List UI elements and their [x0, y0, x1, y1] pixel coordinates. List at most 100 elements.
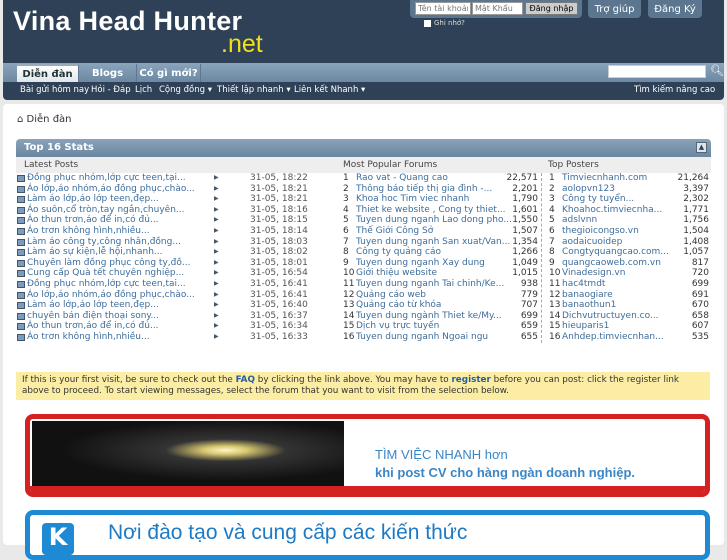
post-title-link[interactable]: Đồng phục nhóm,lớp cực teen,tại... — [27, 173, 186, 184]
post-title-link[interactable]: Làm áo lớp,áo lớp teen,đẹp... — [27, 194, 159, 205]
poster-post-count: 1,756 — [683, 215, 709, 226]
forum-link[interactable]: Quảng cáo web — [356, 290, 426, 301]
forum-link[interactable]: Tuyen dung nganh Xay dung — [356, 258, 485, 269]
poster-link[interactable]: Anhdep.timviecnhan... — [562, 332, 664, 343]
help-button[interactable]: Trợ giúp — [588, 0, 641, 18]
forum-link[interactable]: Tuyen dung nganh Lao dong pho... — [356, 215, 512, 226]
post-title-link[interactable]: Áo lớp,áo nhóm,áo đồng phục,chào... — [27, 290, 195, 301]
go-to-post-icon[interactable]: ▶ — [214, 268, 219, 279]
poster-link[interactable]: thegioicongso.vn — [562, 226, 639, 237]
rank: 7 — [549, 236, 555, 247]
go-to-post-icon[interactable]: ▶ — [214, 311, 219, 322]
poster-link[interactable]: Congtyquangcao.com... — [562, 247, 669, 258]
faq-link[interactable]: FAQ — [236, 375, 255, 385]
poster-link[interactable]: hac4tmdt — [562, 279, 605, 290]
go-to-post-icon[interactable]: ▶ — [214, 300, 219, 311]
navbar: Diễn đàn Blogs Có gì mới? 🔍︎ — [3, 63, 724, 82]
poster-link[interactable]: banaothun1 — [562, 300, 616, 311]
poster-link[interactable]: adslvnn — [562, 215, 597, 226]
subnav-quick-links[interactable]: Liên kết Nhanh ▾ — [294, 85, 365, 95]
go-to-post-icon[interactable]: ▶ — [214, 279, 219, 290]
go-to-post-icon[interactable]: ▶ — [214, 205, 219, 216]
forum-link[interactable]: Dịch vụ trực tuyến — [356, 321, 439, 332]
poster-link[interactable]: Khoahoc.timviecnha... — [562, 205, 662, 216]
poster-link[interactable]: Timviecnhanh.com — [562, 173, 647, 184]
post-title-link[interactable]: Cung cấp Quà tết chuyên nghiệp... — [27, 268, 184, 279]
poster-link[interactable]: quangcaoweb.com.vn — [562, 258, 661, 269]
forum-link[interactable]: Quảng cáo từ khóa — [356, 300, 441, 311]
tab-forum[interactable]: Diễn đàn — [17, 64, 79, 82]
forum-link[interactable]: Thế Giới Công Sở — [356, 226, 433, 237]
go-to-post-icon[interactable]: ▶ — [214, 247, 219, 258]
light-bulbs-image — [32, 421, 344, 486]
post-title-link[interactable]: chuyên bán điện thoại sony... — [27, 311, 159, 322]
subnav-quick-settings[interactable]: Thiết lập nhanh ▾ — [217, 85, 291, 95]
forum-link[interactable]: Tuyen dung nganh San xuat/Van... — [356, 237, 510, 248]
forum-link[interactable]: Rao vat - Quang cao — [356, 173, 448, 184]
search-input[interactable] — [608, 65, 706, 78]
timviecnhanh-banner[interactable]: TÌM VIỆC NHANH hơn khi post CV cho hàng … — [25, 414, 710, 497]
go-to-post-icon[interactable]: ▶ — [214, 332, 219, 343]
register-link[interactable]: register — [451, 375, 490, 385]
post-title-link[interactable]: Áo trơn không hình,nhiều... — [27, 332, 150, 343]
home-icon[interactable]: ⌂ — [17, 114, 23, 125]
post-title-link[interactable]: Chuyên làm đồng phục công ty,đồ... — [27, 258, 190, 269]
post-title-link[interactable]: Làm áo lớp,áo lớp teen,đẹp... — [27, 300, 159, 311]
register-button[interactable]: Đăng Ký — [648, 0, 702, 18]
post-title-link[interactable]: Áo trơn không hình,nhiều... — [27, 226, 150, 237]
breadcrumb-forum[interactable]: Diễn đàn — [27, 114, 72, 125]
post-title-link[interactable]: Áo thun trơn,áo để in,có đủ... — [27, 215, 159, 226]
poster-link[interactable]: Vinadesign.vn — [562, 268, 625, 279]
post-title-link[interactable]: Áo lớp,áo nhóm,áo đồng phục,chào... — [27, 184, 195, 195]
post-title-link[interactable]: Làm áo công ty,công nhân,đồng... — [27, 237, 181, 248]
subnav-today-posts[interactable]: Bài gửi hôm nay — [20, 85, 89, 95]
forum-link[interactable]: Công ty quảng cáo — [356, 247, 441, 258]
go-to-post-icon[interactable]: ▶ — [214, 194, 219, 205]
forum-link[interactable]: Thông báo tiếp thị gia đình -... — [356, 184, 492, 195]
collapse-icon[interactable]: ▲ — [696, 142, 707, 153]
search-icon[interactable]: 🔍︎ — [710, 64, 724, 77]
post-title-link[interactable]: Áo suôn,cổ tròn,tay ngắn,chuyên... — [27, 205, 184, 216]
post-date: 31-05, 16:41 — [250, 289, 308, 300]
site-logo[interactable]: Vina Head Hunter — [13, 6, 242, 37]
forum-link[interactable]: Giới thiệu website — [356, 268, 437, 279]
go-to-post-icon[interactable]: ▶ — [214, 173, 219, 184]
go-to-post-icon[interactable]: ▶ — [214, 258, 219, 269]
training-banner[interactable]: K Nơi đào tạo và cung cấp các kiến thức — [25, 510, 710, 560]
username-input[interactable] — [415, 2, 471, 15]
poster-link[interactable]: aodaicuoidep — [562, 237, 622, 248]
go-to-post-icon[interactable]: ▶ — [214, 184, 219, 195]
go-to-post-icon[interactable]: ▶ — [214, 226, 219, 237]
go-to-post-icon[interactable]: ▶ — [214, 321, 219, 332]
post-title-link[interactable]: Đồng phục nhóm,lớp cực teen,tai... — [27, 279, 186, 290]
forum-post-count: 1,049 — [512, 257, 538, 268]
forum-link[interactable]: Tuyen dung ngành Thiet ke/My... — [356, 311, 502, 322]
poster-link[interactable]: banaogiare — [562, 290, 613, 301]
forum-link[interactable]: Tuyen dung nganh Ngoai ngu — [356, 332, 488, 343]
subnav-calendar[interactable]: Lịch — [135, 85, 152, 95]
rank: 10 — [549, 268, 561, 279]
post-title-link[interactable]: Áo thun trơn,áo để in,có đủ... — [27, 321, 159, 332]
remember-checkbox[interactable] — [424, 19, 431, 27]
forum-link[interactable]: Thiet ke website , Cong ty thiet... — [356, 205, 506, 216]
forum-link[interactable]: Tuyen dung nganh Tai chinh/Ke... — [356, 279, 504, 290]
forum-link[interactable]: Khoa hoc Tim viec nhanh — [356, 194, 469, 205]
poster-link[interactable]: Dichvutructuyen.co... — [562, 311, 659, 322]
poster-post-count: 21,264 — [677, 173, 710, 183]
advanced-search-link[interactable]: Tìm kiếm nâng cao — [634, 85, 715, 95]
post-title-link[interactable]: Làm áo sự kiện,lễ hội,nhanh... — [27, 247, 163, 258]
subnav-community[interactable]: Cộng đồng ▾ — [159, 85, 212, 95]
poster-link[interactable]: hieuparis1 — [562, 321, 609, 332]
tab-whats-new[interactable]: Có gì mới? — [137, 64, 201, 82]
login-button[interactable]: Đăng nhập — [525, 2, 578, 15]
password-input[interactable] — [472, 2, 523, 15]
go-to-post-icon[interactable]: ▶ — [214, 237, 219, 248]
tab-blogs[interactable]: Blogs — [79, 64, 137, 82]
go-to-post-icon[interactable]: ▶ — [214, 215, 219, 226]
subnav-faq[interactable]: Hỏi - Đáp — [91, 85, 131, 95]
poster-link[interactable]: Công ty tuyển... — [562, 194, 634, 205]
go-to-post-icon[interactable]: ▶ — [214, 290, 219, 301]
remember-me[interactable]: Ghi nhớ? — [424, 19, 465, 27]
poster-link[interactable]: aolopvn123 — [562, 184, 615, 195]
post-date: 31-05, 18:21 — [250, 183, 308, 194]
